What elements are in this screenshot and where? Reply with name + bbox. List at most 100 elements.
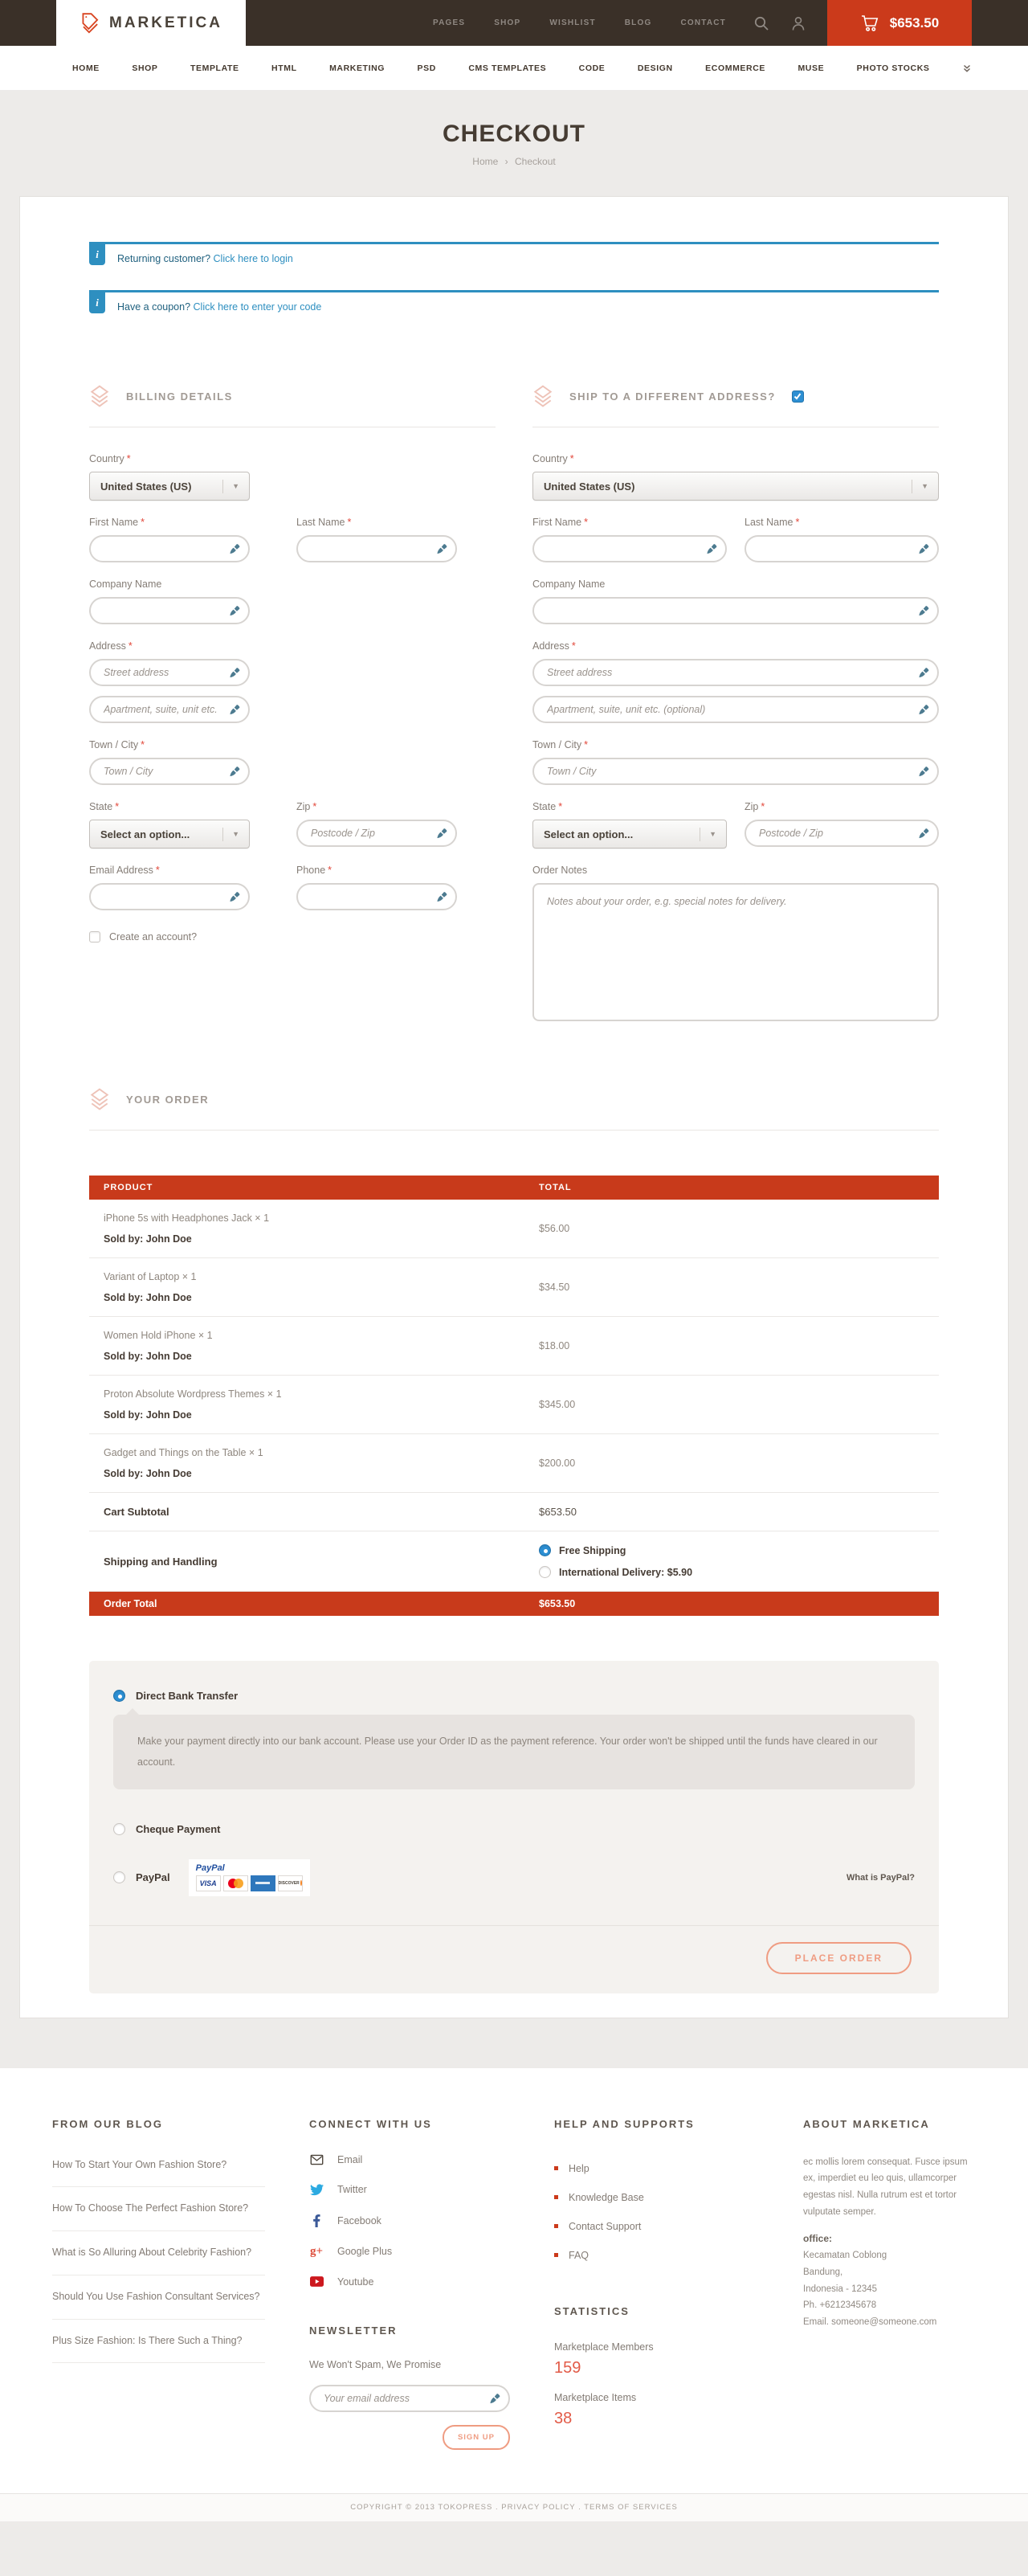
help-link[interactable]: Contact Support xyxy=(554,2212,759,2241)
radio-selected-icon[interactable] xyxy=(539,1544,551,1556)
shipping-option-free[interactable]: Free Shipping xyxy=(539,1544,692,1556)
shipping-state-select[interactable]: Select an option... ▼ xyxy=(532,820,727,848)
billing-apartment-input[interactable] xyxy=(89,696,250,723)
required-mark: * xyxy=(761,801,765,812)
top-nav-blog[interactable]: BLOG xyxy=(625,18,652,27)
privacy-policy-link[interactable]: PRIVACY POLICY xyxy=(501,2503,575,2512)
coupon-link[interactable]: Click here to enter your code xyxy=(194,301,322,313)
nav-photo-stocks[interactable]: PHOTO STOCKS xyxy=(857,63,930,73)
cart-button[interactable]: $653.50 xyxy=(827,0,972,46)
top-nav-wishlist[interactable]: WISHLIST xyxy=(549,18,595,27)
address-line: Ph. +6212345678 xyxy=(803,2297,972,2314)
social-youtube[interactable]: Youtube xyxy=(309,2276,510,2288)
ship-different-checkbox[interactable] xyxy=(792,390,804,403)
help-link[interactable]: Help xyxy=(554,2154,759,2183)
shipping-option-international[interactable]: International Delivery: $5.90 xyxy=(539,1566,692,1578)
help-link[interactable]: Knowledge Base xyxy=(554,2183,759,2212)
payment-method-label: PayPal xyxy=(136,1871,170,1883)
top-nav-shop[interactable]: SHOP xyxy=(494,18,520,27)
nav-home[interactable]: HOME xyxy=(72,63,100,73)
shipping-zip-input[interactable] xyxy=(744,820,939,847)
shipping-last-name-input[interactable] xyxy=(744,535,939,562)
billing-town-input[interactable] xyxy=(89,758,250,785)
billing-zip-input[interactable] xyxy=(296,820,457,847)
address-line: Indonesia - 12345 xyxy=(803,2281,972,2298)
shipping-town-input[interactable] xyxy=(532,758,939,785)
top-nav-pages[interactable]: PAGES xyxy=(433,18,465,27)
radio-icon[interactable] xyxy=(539,1566,551,1578)
nav-marketing[interactable]: MARKETING xyxy=(329,63,385,73)
product-price: $345.00 xyxy=(539,1399,575,1410)
page-title-band: CHECKOUT Home › Checkout xyxy=(0,90,1028,194)
shipping-country-select[interactable]: United States (US) ▼ xyxy=(532,472,939,501)
signup-button[interactable]: SIGN UP xyxy=(443,2425,510,2450)
shipping-street-input[interactable] xyxy=(532,659,939,686)
breadcrumb-home[interactable]: Home xyxy=(472,156,498,167)
pen-icon xyxy=(436,891,448,903)
shipping-label: Shipping and Handling xyxy=(104,1556,539,1568)
search-icon[interactable] xyxy=(753,15,769,31)
logo[interactable]: MARKETICA xyxy=(56,0,246,46)
payment-method-label: Cheque Payment xyxy=(136,1823,220,1835)
nav-psd[interactable]: PSD xyxy=(418,63,436,73)
bullet-icon xyxy=(554,2195,558,2199)
product-name: Women Hold iPhone × 1 xyxy=(104,1330,539,1341)
payment-cheque[interactable]: Cheque Payment xyxy=(113,1823,915,1835)
shipping-first-name-input[interactable] xyxy=(532,535,727,562)
newsletter-email-input[interactable] xyxy=(309,2385,510,2412)
billing-company-input[interactable] xyxy=(89,597,250,624)
nav-code[interactable]: CODE xyxy=(579,63,606,73)
chevron-down-icon[interactable] xyxy=(962,63,972,73)
social-facebook[interactable]: Facebook xyxy=(309,2214,510,2227)
nav-design[interactable]: DESIGN xyxy=(638,63,673,73)
billing-email-input[interactable] xyxy=(89,883,250,910)
radio-icon[interactable] xyxy=(113,1823,125,1835)
nav-cms-templates[interactable]: CMS TEMPLATES xyxy=(468,63,546,73)
place-order-button[interactable]: PLACE ORDER xyxy=(766,1942,912,1974)
order-total-label: Order Total xyxy=(104,1598,539,1609)
social-label: Facebook xyxy=(337,2215,381,2226)
payment-bank-transfer[interactable]: Direct Bank Transfer xyxy=(113,1690,915,1702)
terms-link[interactable]: TERMS OF SERVICES xyxy=(584,2503,678,2512)
radio-icon[interactable] xyxy=(113,1871,125,1883)
blog-link[interactable]: Plus Size Fashion: Is There Such a Thing… xyxy=(52,2320,265,2364)
billing-country-select[interactable]: United States (US) ▼ xyxy=(89,472,250,501)
social-google-plus[interactable]: Google Plus xyxy=(309,2246,510,2258)
nav-template[interactable]: TEMPLATE xyxy=(190,63,239,73)
what-is-paypal-link[interactable]: What is PayPal? xyxy=(846,1873,915,1883)
social-email[interactable]: Email xyxy=(309,2154,510,2165)
blog-link[interactable]: How To Start Your Own Fashion Store? xyxy=(52,2154,265,2188)
user-account-icon[interactable] xyxy=(790,15,806,31)
create-account-checkbox[interactable] xyxy=(89,931,100,942)
social-twitter[interactable]: Twitter xyxy=(309,2184,510,2196)
billing-first-name-input[interactable] xyxy=(89,535,250,562)
blog-link[interactable]: Should You Use Fashion Consultant Servic… xyxy=(52,2275,265,2320)
product-price: $34.50 xyxy=(539,1282,569,1293)
select-arrow-icon: ▼ xyxy=(222,828,241,841)
town-label: Town / City xyxy=(89,739,138,750)
nav-html[interactable]: HTML xyxy=(271,63,297,73)
order-table-header: PRODUCT TOTAL xyxy=(89,1176,939,1200)
section-tag-icon xyxy=(89,385,110,407)
nav-shop[interactable]: SHOP xyxy=(132,63,157,73)
login-link[interactable]: Click here to login xyxy=(214,253,293,264)
blog-link[interactable]: What is So Alluring About Celebrity Fash… xyxy=(52,2231,265,2275)
address-label: Address xyxy=(89,640,126,652)
order-notes-textarea[interactable] xyxy=(532,883,939,1021)
coupon-notice: Have a coupon? Click here to enter your … xyxy=(89,290,939,313)
nav-ecommerce[interactable]: ECOMMERCE xyxy=(705,63,765,73)
stat-label: Marketplace Members xyxy=(554,2341,759,2353)
billing-phone-input[interactable] xyxy=(296,883,457,910)
top-nav-contact[interactable]: CONTACT xyxy=(680,18,726,27)
radio-selected-icon[interactable] xyxy=(113,1690,125,1702)
billing-state-value: Select an option... xyxy=(100,828,190,840)
payment-paypal[interactable]: PayPal PayPal VISA DISCOVER What is PayP… xyxy=(113,1859,915,1896)
billing-last-name-input[interactable] xyxy=(296,535,457,562)
nav-muse[interactable]: MUSE xyxy=(798,63,824,73)
billing-street-input[interactable] xyxy=(89,659,250,686)
shipping-apartment-input[interactable] xyxy=(532,696,939,723)
shipping-company-input[interactable] xyxy=(532,597,939,624)
help-link[interactable]: FAQ xyxy=(554,2241,759,2270)
billing-state-select[interactable]: Select an option... ▼ xyxy=(89,820,250,848)
blog-link[interactable]: How To Choose The Perfect Fashion Store? xyxy=(52,2187,265,2231)
